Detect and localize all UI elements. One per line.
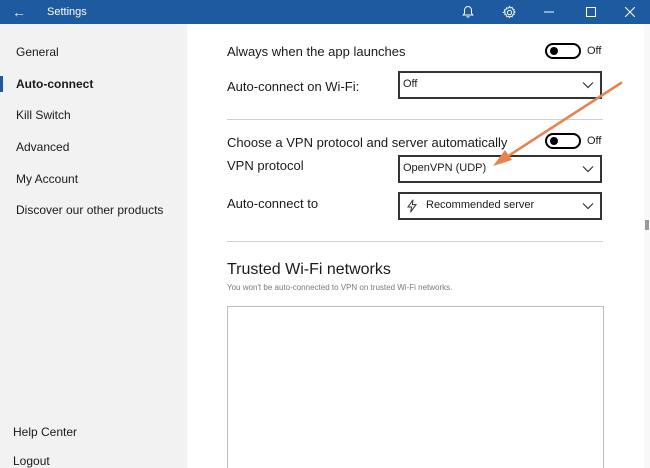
vpn-protocol-select-value: OpenVPN (UDP) [403,162,487,174]
help-center-link[interactable]: Help Center [0,422,77,442]
gear-icon[interactable] [500,3,518,21]
wifi-select[interactable]: Off [398,71,602,99]
trusted-networks-subtitle: You won't be auto-connected to VPN on tr… [227,283,453,292]
scrollbar-thumb[interactable] [645,220,649,230]
choose-protocol-toggle-state: Off [587,135,602,147]
divider [227,241,603,242]
chevron-down-icon [582,166,594,173]
lightning-icon [407,199,417,213]
sidebar: General Auto-connect Kill Switch Advance… [0,24,187,468]
always-launch-toggle[interactable] [545,43,581,59]
toggle-knob [550,137,558,145]
choose-protocol-label: Choose a VPN protocol and server automat… [227,135,508,150]
vpn-protocol-select[interactable]: OpenVPN (UDP) [398,155,602,183]
toggle-knob [550,47,558,55]
title-bar: ← Settings [0,0,650,24]
wifi-select-value: Off [403,78,418,90]
sidebar-item-advanced[interactable]: Advanced [0,136,187,158]
auto-connect-to-select-value: Recommended server [426,199,535,211]
window-title: Settings [47,6,87,18]
main-panel: Always when the app launches Off Auto-co… [187,24,650,468]
bell-icon[interactable] [459,3,477,21]
vpn-protocol-label: VPN protocol [227,158,304,173]
sidebar-item-kill-switch[interactable]: Kill Switch [0,104,187,126]
divider [227,119,603,120]
trusted-networks-title: Trusted Wi-Fi networks [227,261,391,278]
trusted-networks-list[interactable] [227,306,604,468]
choose-protocol-toggle[interactable] [545,133,581,149]
sidebar-item-my-account[interactable]: My Account [0,168,187,190]
scrollbar[interactable] [644,24,650,468]
logout-link[interactable]: Logout [0,451,50,468]
maximize-icon[interactable] [573,0,609,24]
auto-connect-to-select[interactable]: Recommended server [398,192,602,220]
chevron-down-icon [582,82,594,89]
sidebar-item-discover-products[interactable]: Discover our other products [0,199,187,221]
auto-connect-to-label: Auto-connect to [227,196,319,211]
always-launch-toggle-state: Off [587,45,602,57]
sidebar-item-general[interactable]: General [0,41,187,63]
chevron-down-icon [582,203,594,210]
wifi-label: Auto-connect on Wi-Fi: [227,79,360,94]
minimize-icon[interactable] [531,0,567,24]
close-icon[interactable] [612,0,648,24]
sidebar-item-auto-connect[interactable]: Auto-connect [0,73,187,95]
back-arrow-icon[interactable]: ← [9,3,29,21]
always-launch-label: Always when the app launches [227,44,406,59]
